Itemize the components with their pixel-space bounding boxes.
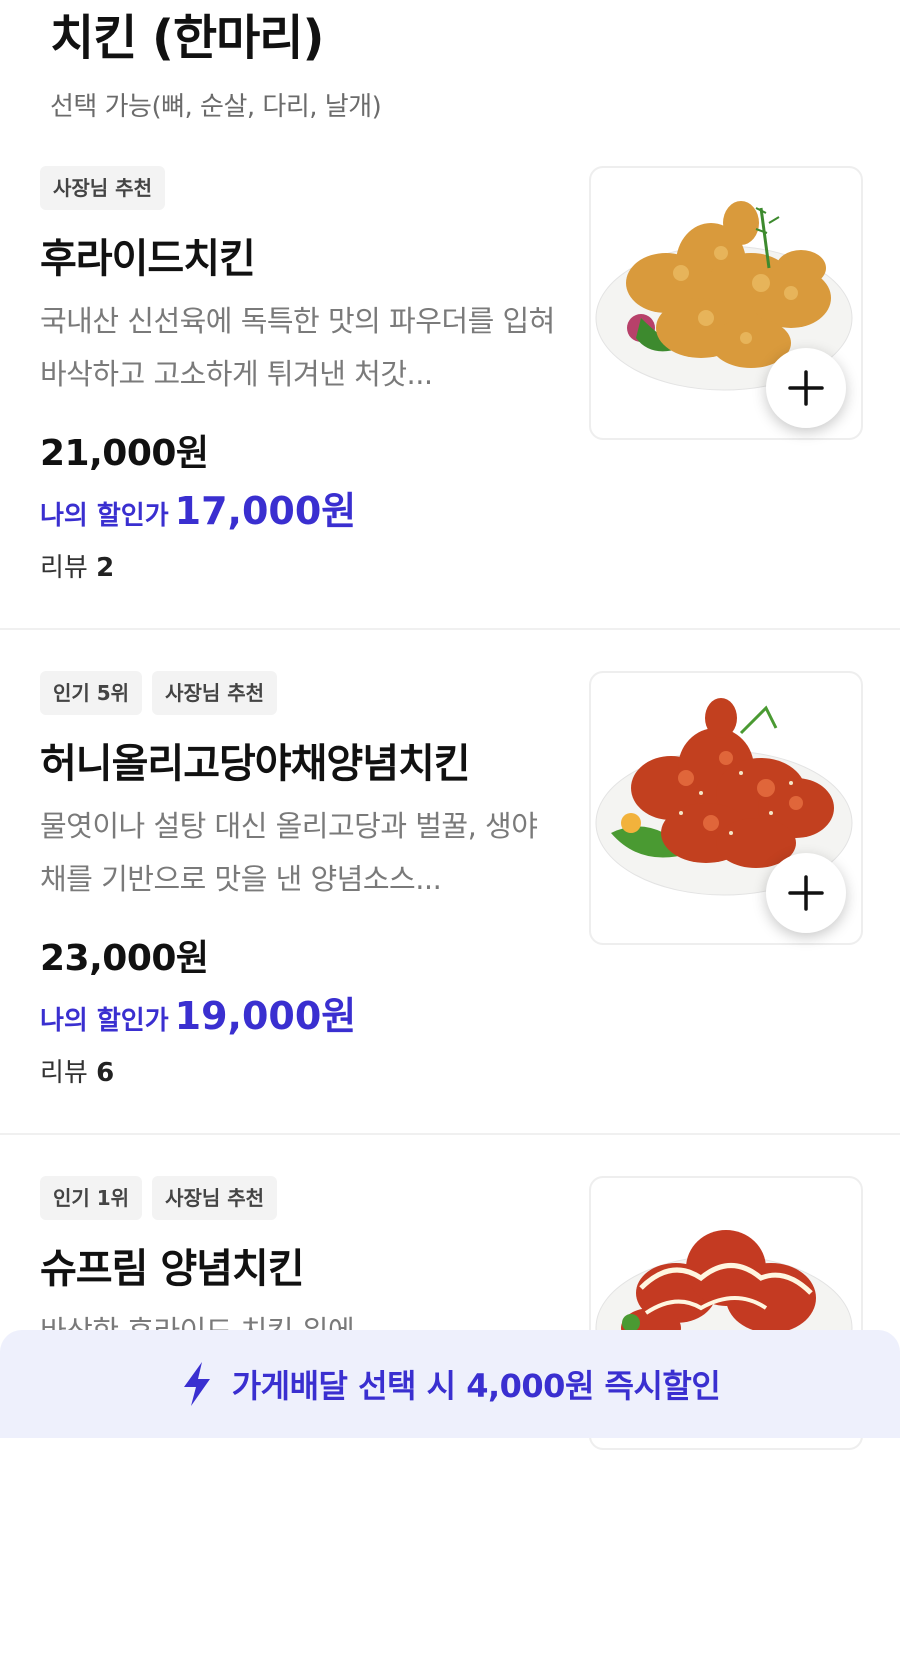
- menu-item[interactable]: 사장님 추천 후라이드치킨 국내산 신선육에 독특한 맛의 파우더를 입혀 바삭…: [0, 140, 900, 645]
- category-header: 치킨 (한마리) 선택 가능(뼈, 순살, 다리, 날개): [50, 0, 382, 123]
- menu-item-image[interactable]: [589, 671, 863, 945]
- badge-list: 인기 5위 사장님 추천: [40, 671, 278, 715]
- menu-item[interactable]: 인기 5위 사장님 추천 허니올리고당야채양념치킨 물엿이나 설탕 대신 올리고…: [0, 645, 900, 1150]
- menu-item-image[interactable]: [589, 166, 863, 440]
- promo-text: 가게배달 선택 시 4,000원 즉시할인: [231, 1367, 721, 1405]
- menu-item-name: 후라이드치킨: [40, 236, 256, 282]
- discount-price: 19,000원: [174, 994, 357, 1038]
- review-count: 리뷰 2: [40, 547, 114, 584]
- lightning-icon: [183, 1362, 210, 1406]
- discount-label: 나의 할인가: [40, 1006, 169, 1036]
- menu-item-name: 허니올리고당야채양념치킨: [40, 741, 471, 787]
- plus-icon: [788, 370, 824, 406]
- discount-price-row: 나의 할인가 19,000원: [40, 985, 356, 1040]
- badge-list: 인기 1위 사장님 추천: [40, 1176, 278, 1220]
- menu-item-price: 23,000원: [40, 938, 209, 979]
- review-label: 리뷰: [40, 553, 88, 583]
- category-title: 치킨 (한마리): [50, 10, 324, 66]
- divider: [0, 1133, 900, 1135]
- badge-owner-pick: 사장님 추천: [152, 1176, 278, 1220]
- menu-item-description: 물엿이나 설탕 대신 올리고당과 벌꿀, 생야채를 기반으로 맛을 낸 양념소스…: [40, 809, 538, 896]
- menu-item-description: 국내산 신선육에 독특한 맛의 파우더를 입혀 바삭하고 고소하게 튀겨낸 처갓…: [40, 304, 555, 391]
- review-count: 리뷰 6: [40, 1052, 114, 1089]
- review-number: 2: [96, 553, 115, 583]
- delivery-promo-banner[interactable]: 가게배달 선택 시 4,000원 즉시할인: [0, 1330, 900, 1438]
- badge-popular-rank: 인기 1위: [40, 1176, 143, 1220]
- category-subtitle: 선택 가능(뼈, 순살, 다리, 날개): [50, 92, 382, 122]
- badge-list: 사장님 추천: [40, 166, 165, 210]
- review-label: 리뷰: [40, 1058, 88, 1088]
- menu-item-price: 21,000원: [40, 433, 209, 474]
- review-number: 6: [96, 1058, 115, 1088]
- badge-popular-rank: 인기 5위: [40, 671, 143, 715]
- divider: [0, 628, 900, 630]
- add-to-cart-button[interactable]: [766, 853, 846, 933]
- badge-owner-pick: 사장님 추천: [40, 166, 165, 210]
- discount-label: 나의 할인가: [40, 501, 169, 531]
- plus-icon: [788, 875, 824, 911]
- discount-price: 17,000원: [174, 489, 357, 533]
- menu-item-name: 슈프림 양념치킨: [40, 1246, 305, 1292]
- add-to-cart-button[interactable]: [766, 348, 846, 428]
- badge-owner-pick: 사장님 추천: [152, 671, 278, 715]
- discount-price-row: 나의 할인가 17,000원: [40, 480, 356, 535]
